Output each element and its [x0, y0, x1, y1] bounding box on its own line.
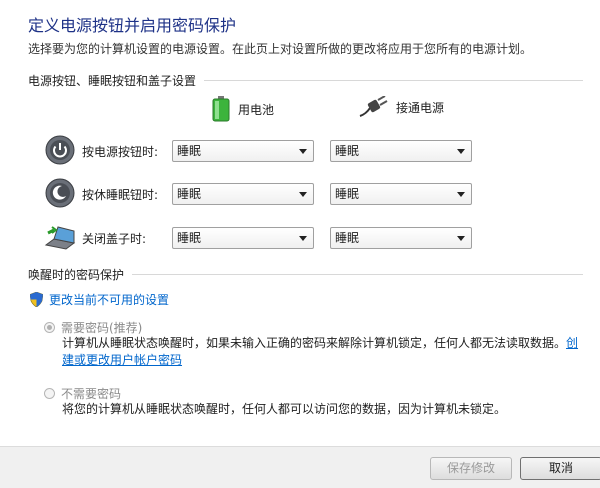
power-button-plugged-select[interactable]: 睡眠 [330, 140, 472, 162]
lid-close-battery-select[interactable]: 睡眠 [172, 227, 314, 249]
lid-close-plugged-select[interactable]: 睡眠 [330, 227, 472, 249]
sleep-button-icon [45, 178, 75, 208]
save-changes-button[interactable]: 保存修改 [430, 457, 512, 480]
chevron-down-icon [299, 192, 307, 197]
chevron-down-icon [457, 192, 465, 197]
create-password-link[interactable]: 创 [566, 336, 578, 350]
no-password-radio[interactable] [44, 388, 55, 399]
require-password-radio[interactable] [44, 322, 55, 333]
page-title: 定义电源按钮并启用密码保护 [28, 16, 237, 35]
power-section-heading: 电源按钮、睡眠按钮和盖子设置 [28, 72, 583, 89]
require-password-description: 计算机从睡眠状态唤醒时，如果未输入正确的密码来解除计算机锁定，任何人都无法读取数… [62, 336, 579, 367]
power-plug-icon [359, 96, 388, 117]
footer-bar: 保存修改 取消 [0, 446, 600, 488]
plugged-in-column-header: 接通电源 [358, 96, 444, 118]
page-subtitle: 选择要为您的计算机设置的电源设置。在此页上对设置所做的更改将应用于您所有的电源计… [28, 42, 533, 56]
create-password-link[interactable]: 建或更改用户帐户密码 [62, 353, 182, 367]
chevron-down-icon [299, 149, 307, 154]
chevron-down-icon [299, 236, 307, 241]
sleep-button-plugged-select[interactable]: 睡眠 [330, 183, 472, 205]
sleep-button-battery-select[interactable]: 睡眠 [172, 183, 314, 205]
chevron-down-icon [457, 149, 465, 154]
lid-close-label: 关闭盖子时: [82, 232, 147, 246]
require-password-option[interactable]: 需要密码(推荐) [44, 319, 142, 336]
battery-icon [212, 96, 230, 122]
password-section-heading: 唤醒时的密码保护 [28, 266, 583, 283]
no-password-option[interactable]: 不需要密码 [44, 385, 121, 402]
cancel-button[interactable]: 取消 [520, 457, 600, 480]
change-unavailable-settings-link[interactable]: 更改当前不可用的设置 [30, 291, 169, 308]
battery-column-header: 用电池 [212, 96, 274, 122]
power-button-battery-select[interactable]: 睡眠 [172, 140, 314, 162]
sleep-button-label: 按休睡眠钮时: [82, 188, 159, 202]
laptop-lid-icon [44, 226, 76, 250]
chevron-down-icon [457, 236, 465, 241]
no-password-description: 将您的计算机从睡眠状态唤醒时，任何人都可以访问您的数据，因为计算机未锁定。 [62, 402, 507, 416]
power-button-icon [45, 135, 75, 165]
power-button-label: 按电源按钮时: [82, 145, 159, 159]
uac-shield-icon [30, 292, 43, 307]
